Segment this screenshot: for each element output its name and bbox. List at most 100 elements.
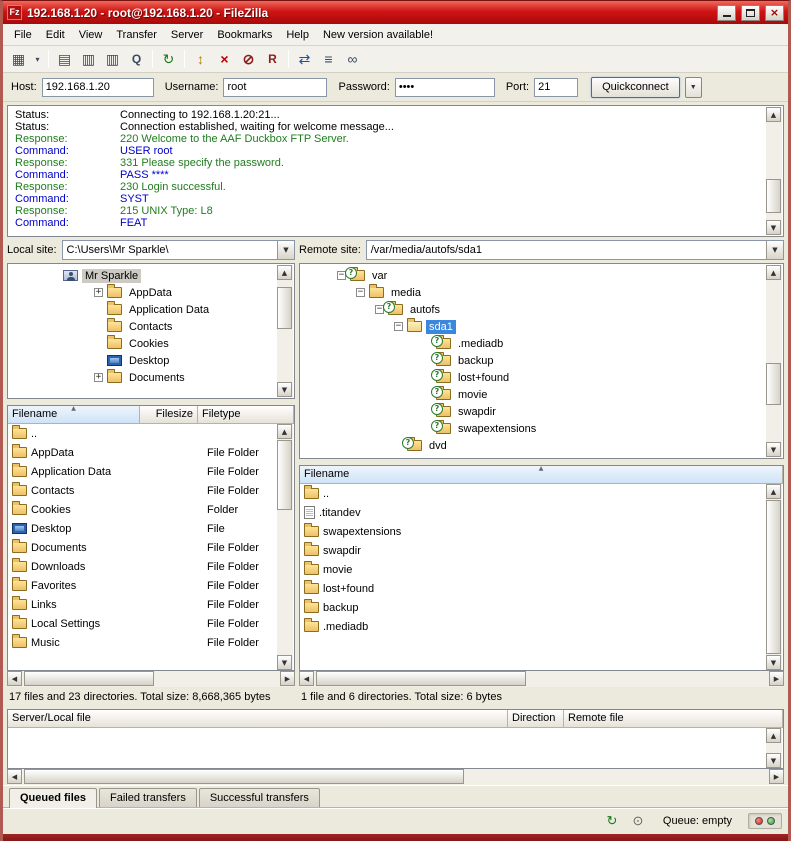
maximize-button[interactable]	[741, 5, 760, 21]
column-header-filesize[interactable]: Filesize	[140, 406, 198, 424]
file-row[interactable]: .titandev	[300, 503, 765, 522]
tab-failed-transfers[interactable]: Failed transfers	[99, 788, 197, 807]
expander-minus-icon[interactable]	[356, 288, 365, 297]
file-row[interactable]: DocumentsFile Folder	[8, 538, 276, 557]
menu-file[interactable]: File	[7, 26, 39, 44]
column-header-remote-file[interactable]: Remote file	[564, 710, 783, 728]
toggle-local-tree-button[interactable]: ▥	[77, 48, 100, 70]
find-files-button[interactable]: ∞	[341, 48, 364, 70]
compare-directories-button[interactable]: ⇄	[293, 48, 316, 70]
site-manager-button[interactable]: ▦	[7, 48, 30, 70]
new-version-notice[interactable]: New version available!	[316, 26, 440, 44]
tree-item[interactable]: sda1	[301, 318, 765, 335]
file-row[interactable]: lost+found	[300, 579, 765, 598]
file-row[interactable]: backup	[300, 598, 765, 617]
tab-queued-files[interactable]: Queued files	[9, 788, 97, 808]
refresh-button[interactable]: ↻	[157, 48, 180, 70]
scroll-up-icon[interactable]	[766, 107, 781, 122]
tree-item[interactable]: Application Data	[9, 301, 276, 318]
site-manager-dropdown[interactable]: ▾	[31, 48, 44, 70]
menu-view[interactable]: View	[72, 26, 110, 44]
quickconnect-dropdown[interactable]: ▼	[685, 77, 702, 98]
scroll-down-icon[interactable]	[766, 753, 781, 768]
tree-item[interactable]: Cookies	[9, 335, 276, 352]
scroll-right-icon[interactable]	[769, 671, 784, 686]
toggle-remote-tree-button[interactable]: ▥	[101, 48, 124, 70]
tree-item[interactable]: backup	[301, 352, 765, 369]
scroll-right-icon[interactable]	[769, 769, 784, 784]
tab-successful-transfers[interactable]: Successful transfers	[199, 788, 320, 807]
remote-site-combobox[interactable]: /var/media/autofs/sda1	[366, 240, 784, 260]
tree-item[interactable]: movie	[301, 386, 765, 403]
password-input[interactable]	[395, 78, 495, 97]
menu-help[interactable]: Help	[279, 26, 316, 44]
file-row[interactable]: ContactsFile Folder	[8, 481, 276, 500]
file-row[interactable]: ..	[300, 484, 765, 503]
chevron-down-icon[interactable]	[277, 241, 294, 259]
file-row[interactable]: CookiesFolder	[8, 500, 276, 519]
quickconnect-button[interactable]: Quickconnect	[591, 77, 680, 98]
menu-edit[interactable]: Edit	[39, 26, 72, 44]
scrollbar-thumb[interactable]	[24, 769, 464, 784]
file-row[interactable]: LinksFile Folder	[8, 595, 276, 614]
tree-item[interactable]: dvd	[301, 437, 765, 454]
column-header-filename[interactable]: Filename	[8, 406, 140, 424]
tree-item[interactable]: var	[301, 267, 765, 284]
file-row[interactable]: MusicFile Folder	[8, 633, 276, 652]
expander-minus-icon[interactable]	[394, 322, 403, 331]
local-list-vertical-scrollbar[interactable]	[277, 424, 293, 670]
port-input[interactable]	[534, 78, 578, 97]
scroll-left-icon[interactable]	[7, 671, 22, 686]
remote-list-vertical-scrollbar[interactable]	[766, 484, 782, 670]
recursive-operation-icon[interactable]: ↻	[603, 813, 621, 829]
chevron-down-icon[interactable]	[766, 241, 783, 259]
tree-item[interactable]: .mediadb	[301, 335, 765, 352]
scrollbar-thumb[interactable]	[277, 440, 292, 510]
tree-item[interactable]: AppData	[9, 284, 276, 301]
queue-vertical-scrollbar[interactable]	[766, 728, 782, 768]
file-row[interactable]: AppDataFile Folder	[8, 443, 276, 462]
tree-item[interactable]: Contacts	[9, 318, 276, 335]
column-header-filename[interactable]: Filename	[300, 466, 783, 484]
reconnect-button[interactable]: R	[261, 48, 284, 70]
tree-item[interactable]: Desktop	[9, 352, 276, 369]
scrollbar-thumb[interactable]	[316, 671, 526, 686]
column-header-filetype[interactable]: Filetype	[198, 406, 294, 424]
scroll-down-icon[interactable]	[766, 655, 781, 670]
scroll-down-icon[interactable]	[277, 382, 292, 397]
local-tree-vertical-scrollbar[interactable]	[277, 265, 293, 397]
scroll-down-icon[interactable]	[766, 442, 781, 457]
scroll-down-icon[interactable]	[277, 655, 292, 670]
local-site-combobox[interactable]: C:\Users\Mr Sparkle\	[62, 240, 295, 260]
scroll-left-icon[interactable]	[7, 769, 22, 784]
tree-item[interactable]: Documents	[9, 369, 276, 386]
scrollbar-thumb[interactable]	[24, 671, 154, 686]
file-row[interactable]: Local SettingsFile Folder	[8, 614, 276, 633]
scroll-right-icon[interactable]	[280, 671, 295, 686]
menu-bookmarks[interactable]: Bookmarks	[210, 26, 279, 44]
scrollbar-thumb[interactable]	[766, 179, 781, 213]
file-row[interactable]: ..	[8, 424, 276, 443]
menu-server[interactable]: Server	[164, 26, 210, 44]
file-row[interactable]: movie	[300, 560, 765, 579]
scrollbar-thumb[interactable]	[766, 500, 781, 654]
column-header-direction[interactable]: Direction	[508, 710, 564, 728]
disconnect-button[interactable]: ⊘	[237, 48, 260, 70]
scroll-up-icon[interactable]	[766, 484, 781, 499]
column-header-server-local-file[interactable]: Server/Local file	[8, 710, 508, 728]
tree-item[interactable]: swapextensions	[301, 420, 765, 437]
file-row[interactable]: .mediadb	[300, 617, 765, 636]
scroll-up-icon[interactable]	[277, 265, 292, 280]
tree-item[interactable]: swapdir	[301, 403, 765, 420]
tree-item[interactable]: Mr Sparkle	[9, 267, 276, 284]
tree-item[interactable]: lost+found	[301, 369, 765, 386]
scroll-up-icon[interactable]	[766, 265, 781, 280]
file-row[interactable]: Application DataFile Folder	[8, 462, 276, 481]
file-row[interactable]: swapdir	[300, 541, 765, 560]
scroll-up-icon[interactable]	[766, 728, 781, 743]
toggle-queue-button[interactable]: Q	[125, 48, 148, 70]
local-list-horizontal-scrollbar[interactable]	[7, 671, 295, 687]
host-input[interactable]	[42, 78, 154, 97]
file-row[interactable]: DesktopFile	[8, 519, 276, 538]
expander-plus-icon[interactable]	[94, 288, 103, 297]
